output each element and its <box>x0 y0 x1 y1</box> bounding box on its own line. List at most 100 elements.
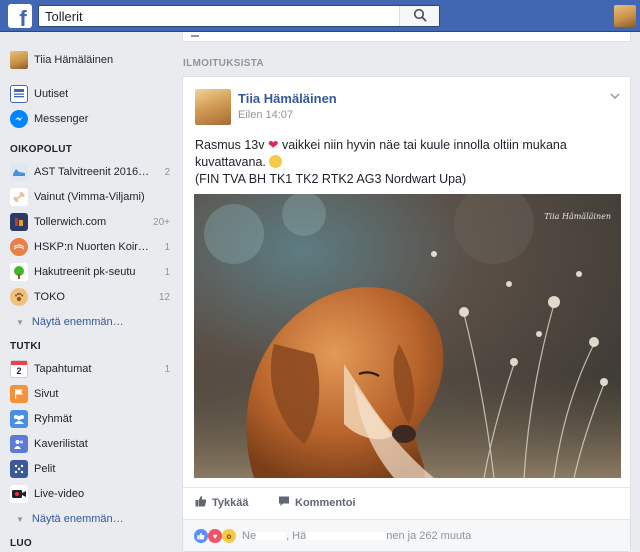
like-reaction-icon <box>194 529 208 543</box>
messenger-icon <box>10 110 28 128</box>
sidebar-item-events[interactable]: 2 Tapahtumat 1 <box>10 359 170 379</box>
post-actions-bar: Tykkää Kommentoi <box>183 487 630 517</box>
divider <box>191 35 199 37</box>
shoe-icon <box>10 163 28 181</box>
reactions-bar[interactable]: ♥ o Ne , Hä nen ja 262 muuta <box>183 519 630 551</box>
post-text-part: Rasmus 13v <box>195 138 265 152</box>
shortcuts-see-more-link[interactable]: ▼ Näytä enemmän… <box>16 313 124 331</box>
post-options-chevron-icon[interactable] <box>610 91 620 102</box>
explore-see-more-link[interactable]: ▼ Näytä enemmän… <box>16 510 124 528</box>
feed-section-title: ILMOITUKSISTA <box>183 58 264 69</box>
paw-icon <box>10 288 28 306</box>
see-more-label: Näytä enemmän… <box>31 316 124 328</box>
thumbs-up-icon <box>195 495 207 510</box>
groups-icon <box>10 410 28 428</box>
reaction-name-part: Ne <box>242 530 257 542</box>
search-button[interactable] <box>399 6 439 26</box>
comment-icon <box>278 495 290 510</box>
sidebar-item-count: 1 <box>164 241 170 253</box>
like-button[interactable]: Tykkää <box>195 495 249 510</box>
redacted-name <box>256 532 287 541</box>
sidebar-item-count: 1 <box>164 266 170 278</box>
ball-icon <box>10 238 28 256</box>
sidebar-item-label: Uutiset <box>34 88 69 100</box>
comment-label: Kommentoi <box>295 496 356 509</box>
bone-icon <box>10 188 28 206</box>
like-label: Tykkää <box>212 496 249 509</box>
sidebar-item-live-video[interactable]: Live-video <box>10 484 170 504</box>
sidebar-item-shortcut[interactable]: TOKO 12 <box>10 287 170 307</box>
heart-emoji-icon: ❤ <box>267 138 279 152</box>
sidebar-user-profile[interactable]: Tiia Hämäläinen <box>10 50 113 70</box>
sidebar-item-label: Tollerwich.com <box>34 216 107 228</box>
sidebar-item-label: Sivut <box>34 388 59 400</box>
smiley-emoji-icon <box>269 155 283 168</box>
post-timestamp[interactable]: Eilen 14:07 <box>238 109 293 121</box>
sidebar-item-count: 20+ <box>153 216 170 228</box>
post-text: Rasmus 13v ❤ vaikkei niin hyvin näe tai … <box>195 137 620 188</box>
sidebar-item-count: 2 <box>164 166 170 178</box>
sidebar-item-label: Pelit <box>34 463 56 475</box>
reaction-name-part: nen ja 262 muuta <box>386 530 472 542</box>
sidebar-item-count: 12 <box>158 291 170 303</box>
post-author-name[interactable]: Tiia Hämäläinen <box>238 91 337 106</box>
love-reaction-icon: ♥ <box>208 529 222 543</box>
sidebar-item-label: Kaverilistat <box>34 438 88 450</box>
sidebar-item-label: Live-video <box>34 488 85 500</box>
search-box <box>38 5 440 27</box>
sidebar-item-label: Messenger <box>34 113 89 125</box>
sidebar-item-shortcut[interactable]: Vainut (Vimma-Viljami) <box>10 187 170 207</box>
games-icon <box>10 460 28 478</box>
sidebar-item-shortcut[interactable]: AST Talvitreenit 2016… 2 <box>10 162 170 182</box>
redacted-name <box>306 532 387 541</box>
comment-button[interactable]: Kommentoi <box>278 495 356 510</box>
tree-icon <box>10 263 28 281</box>
page-icon <box>10 213 28 231</box>
sidebar-item-label: Vainut (Vimma-Viljami) <box>34 191 145 203</box>
reaction-name-part: , Hä <box>286 530 307 542</box>
avatar <box>10 51 28 69</box>
see-more-label: Näytä enemmän… <box>31 513 124 525</box>
explore-heading: TUTKI <box>10 341 41 352</box>
calendar-icon: 2 <box>10 360 28 378</box>
sidebar-item-label: Ryhmät <box>34 413 72 425</box>
post-photo[interactable]: Tiia Hämäläinen <box>194 194 621 478</box>
sidebar-item-label: Tapahtumat <box>34 363 92 375</box>
sidebar-item-shortcut[interactable]: Tollerwich.com 20+ <box>10 212 170 232</box>
top-bar: f <box>0 0 640 32</box>
chevron-down-icon: ▼ <box>16 514 24 524</box>
sidebar-item-messenger[interactable]: Messenger <box>10 109 170 129</box>
sidebar-item-label: AST Talvitreenit 2016… <box>34 166 150 178</box>
post-text-line: (FIN TVA BH TK1 TK2 RTK2 AG3 Nordwart Up… <box>195 172 467 186</box>
feed-post: Tiia Hämäläinen Eilen 14:07 Rasmus 13v ❤… <box>182 76 631 552</box>
sidebar-item-friend-lists[interactable]: Kaverilistat <box>10 434 170 454</box>
post-author-avatar[interactable] <box>195 89 231 125</box>
create-heading: LUO <box>10 538 33 549</box>
sidebar-item-label: HSKP:n Nuorten Koir… <box>34 241 149 253</box>
sidebar-item-pages[interactable]: Sivut <box>10 384 170 404</box>
shortcuts-heading: OIKOPOLUT <box>10 144 73 155</box>
sidebar-item-label: TOKO <box>34 291 65 303</box>
photo-watermark: Tiia Hämäläinen <box>544 212 611 221</box>
chevron-down-icon: ▼ <box>16 317 24 327</box>
sidebar-item-games[interactable]: Pelit <box>10 459 170 479</box>
sidebar-user-name: Tiia Hämäläinen <box>34 54 114 66</box>
search-input[interactable] <box>39 6 401 26</box>
sidebar-item-shortcut[interactable]: HSKP:n Nuorten Koir… 1 <box>10 237 170 257</box>
sidebar-item-count: 1 <box>164 363 170 375</box>
left-sidebar: Tiia Hämäläinen Uutiset Messenger OIKOPO… <box>0 32 180 552</box>
profile-avatar[interactable] <box>614 5 636 27</box>
flag-icon <box>10 385 28 403</box>
sidebar-item-label: Hakutreenit pk-seutu <box>34 266 136 278</box>
live-video-icon <box>10 485 28 503</box>
wow-reaction-icon: o <box>222 529 236 543</box>
sidebar-item-groups[interactable]: Ryhmät <box>10 409 170 429</box>
facebook-logo[interactable]: f <box>8 4 32 28</box>
sidebar-item-shortcut[interactable]: Hakutreenit pk-seutu 1 <box>10 262 170 282</box>
friends-list-icon <box>10 435 28 453</box>
reaction-names[interactable]: Ne , Hä nen ja 262 muuta <box>242 530 471 542</box>
sidebar-item-news-feed[interactable]: Uutiset <box>10 84 170 104</box>
news-feed-icon <box>10 85 28 103</box>
search-icon <box>413 8 427 25</box>
previous-story-bottom <box>182 32 631 42</box>
